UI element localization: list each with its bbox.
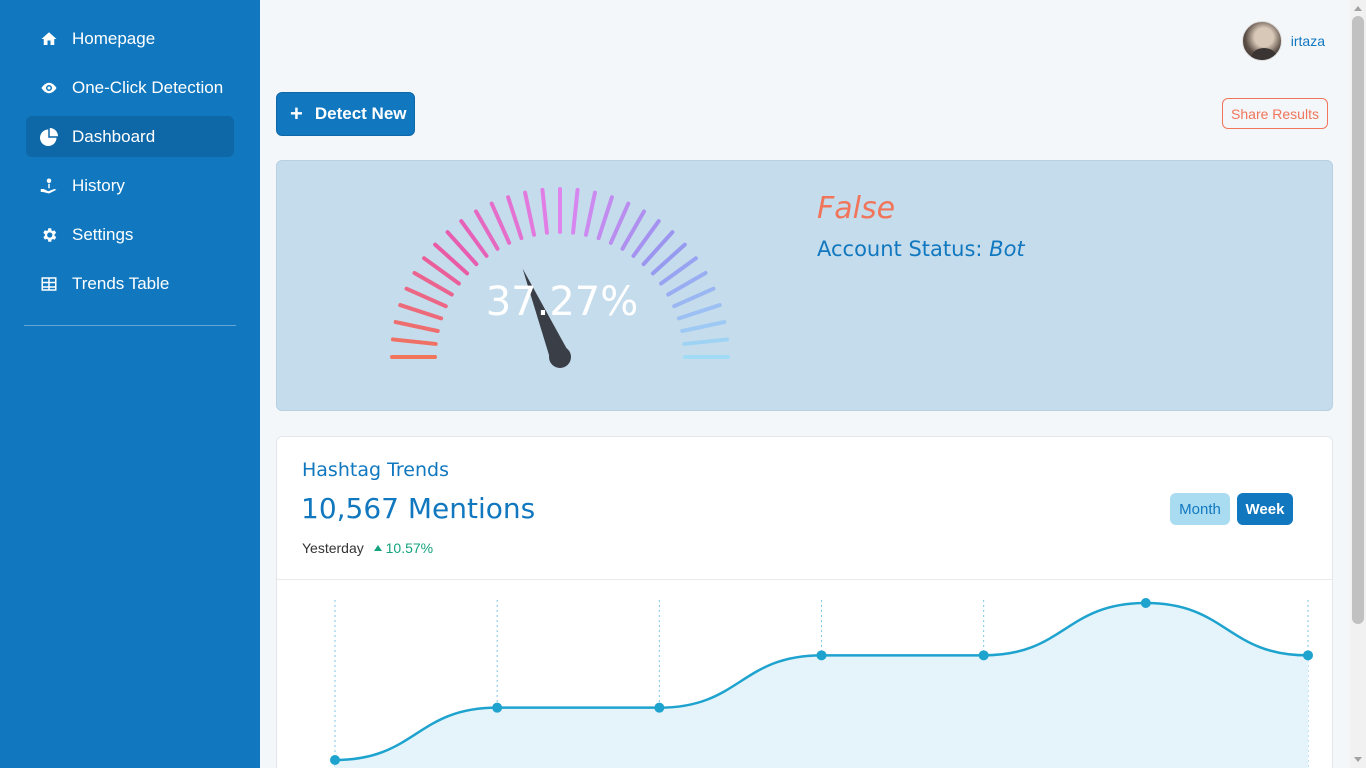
toggle-month-button[interactable]: Month (1170, 493, 1230, 525)
plus-icon: + (290, 101, 303, 126)
detection-result-card: 37.27% False Account Status: Bot (276, 160, 1333, 411)
bot-score-gauge: 37.27% (377, 179, 747, 389)
gauge-tick (571, 187, 580, 235)
gauge-tick (682, 337, 730, 346)
user-menu[interactable]: irtaza (1241, 21, 1325, 61)
sidebar-item-label: Settings (72, 224, 134, 244)
gauge-tick (540, 187, 549, 235)
gauge-tick (596, 195, 614, 241)
chart-point (330, 755, 340, 765)
detect-new-label: Detect New (314, 104, 407, 123)
eye-icon (40, 79, 58, 97)
chart-point (492, 702, 503, 713)
account-status-label: Account Status: (817, 237, 983, 261)
chart-point (1140, 598, 1151, 608)
page-scrollbar[interactable] (1350, 0, 1366, 768)
username[interactable]: irtaza (1291, 33, 1325, 49)
change-badge: 10.57% (373, 540, 434, 556)
sidebar-item-one-click-detection[interactable]: One-Click Detection (26, 67, 234, 108)
sidebar-item-settings[interactable]: Settings (26, 214, 234, 255)
gauge-needle-hub (549, 346, 571, 368)
chart-point (1303, 650, 1313, 661)
sidebar-item-label: One-Click Detection (72, 77, 224, 97)
scrollbar-thumb[interactable] (1352, 16, 1364, 624)
trend-period: Yesterday 10.57% (302, 540, 433, 556)
gauge-tick (583, 190, 597, 237)
gauge-tick (390, 337, 438, 346)
hashtag-trends-card: Hashtag Trends 10,567 Mentions Yesterday… (276, 436, 1333, 768)
mentions-count: 10,567 Mentions (301, 492, 536, 525)
account-status: Account Status: Bot (817, 237, 1025, 261)
gauge-value: 37.27% (485, 279, 639, 325)
trends-title: Hashtag Trends (302, 459, 449, 481)
sidebar-item-dashboard[interactable]: Dashboard (26, 116, 234, 157)
sidebar-item-history[interactable]: History (26, 165, 234, 206)
gauge-tick (608, 201, 631, 245)
trend-chart (330, 598, 1313, 768)
home-icon (40, 30, 58, 48)
share-results-button[interactable]: Share Results (1222, 98, 1328, 129)
gear-icon (40, 226, 58, 244)
sidebar-item-homepage[interactable]: Homepage (26, 18, 234, 59)
sidebar-nav: Homepage One-Click Detection Dashboard H… (0, 0, 260, 304)
scroll-up-arrow-icon[interactable] (1354, 6, 1362, 11)
sidebar: Homepage One-Click Detection Dashboard H… (0, 0, 260, 768)
toggle-week-button[interactable]: Week (1237, 493, 1293, 525)
pie-chart-icon (40, 127, 58, 146)
sidebar-item-label: Homepage (72, 28, 156, 48)
chart-area (335, 603, 1308, 768)
scroll-down-arrow-icon[interactable] (1354, 757, 1362, 762)
gauge-tick (489, 201, 512, 245)
table-icon (40, 275, 58, 293)
detect-new-button[interactable]: + Detect New (276, 92, 415, 136)
sidebar-item-trends-table[interactable]: Trends Table (26, 263, 234, 304)
sidebar-item-label: Dashboard (72, 126, 156, 146)
chevron-up-icon (373, 545, 382, 551)
hand-holding-icon (40, 177, 58, 195)
chart-point (654, 702, 665, 713)
gauge-tick (506, 195, 524, 241)
gauge-tick (523, 190, 537, 237)
sidebar-item-label: Trends Table (72, 273, 170, 293)
period-label: Yesterday (302, 540, 364, 556)
sidebar-item-label: History (72, 175, 125, 195)
avatar[interactable] (1241, 21, 1282, 61)
result-label: False (817, 191, 896, 226)
account-status-value: Bot (989, 237, 1025, 261)
sidebar-divider (24, 325, 236, 326)
change-value: 10.57% (385, 540, 434, 556)
chart-point (978, 650, 989, 661)
chart-point (816, 650, 827, 661)
